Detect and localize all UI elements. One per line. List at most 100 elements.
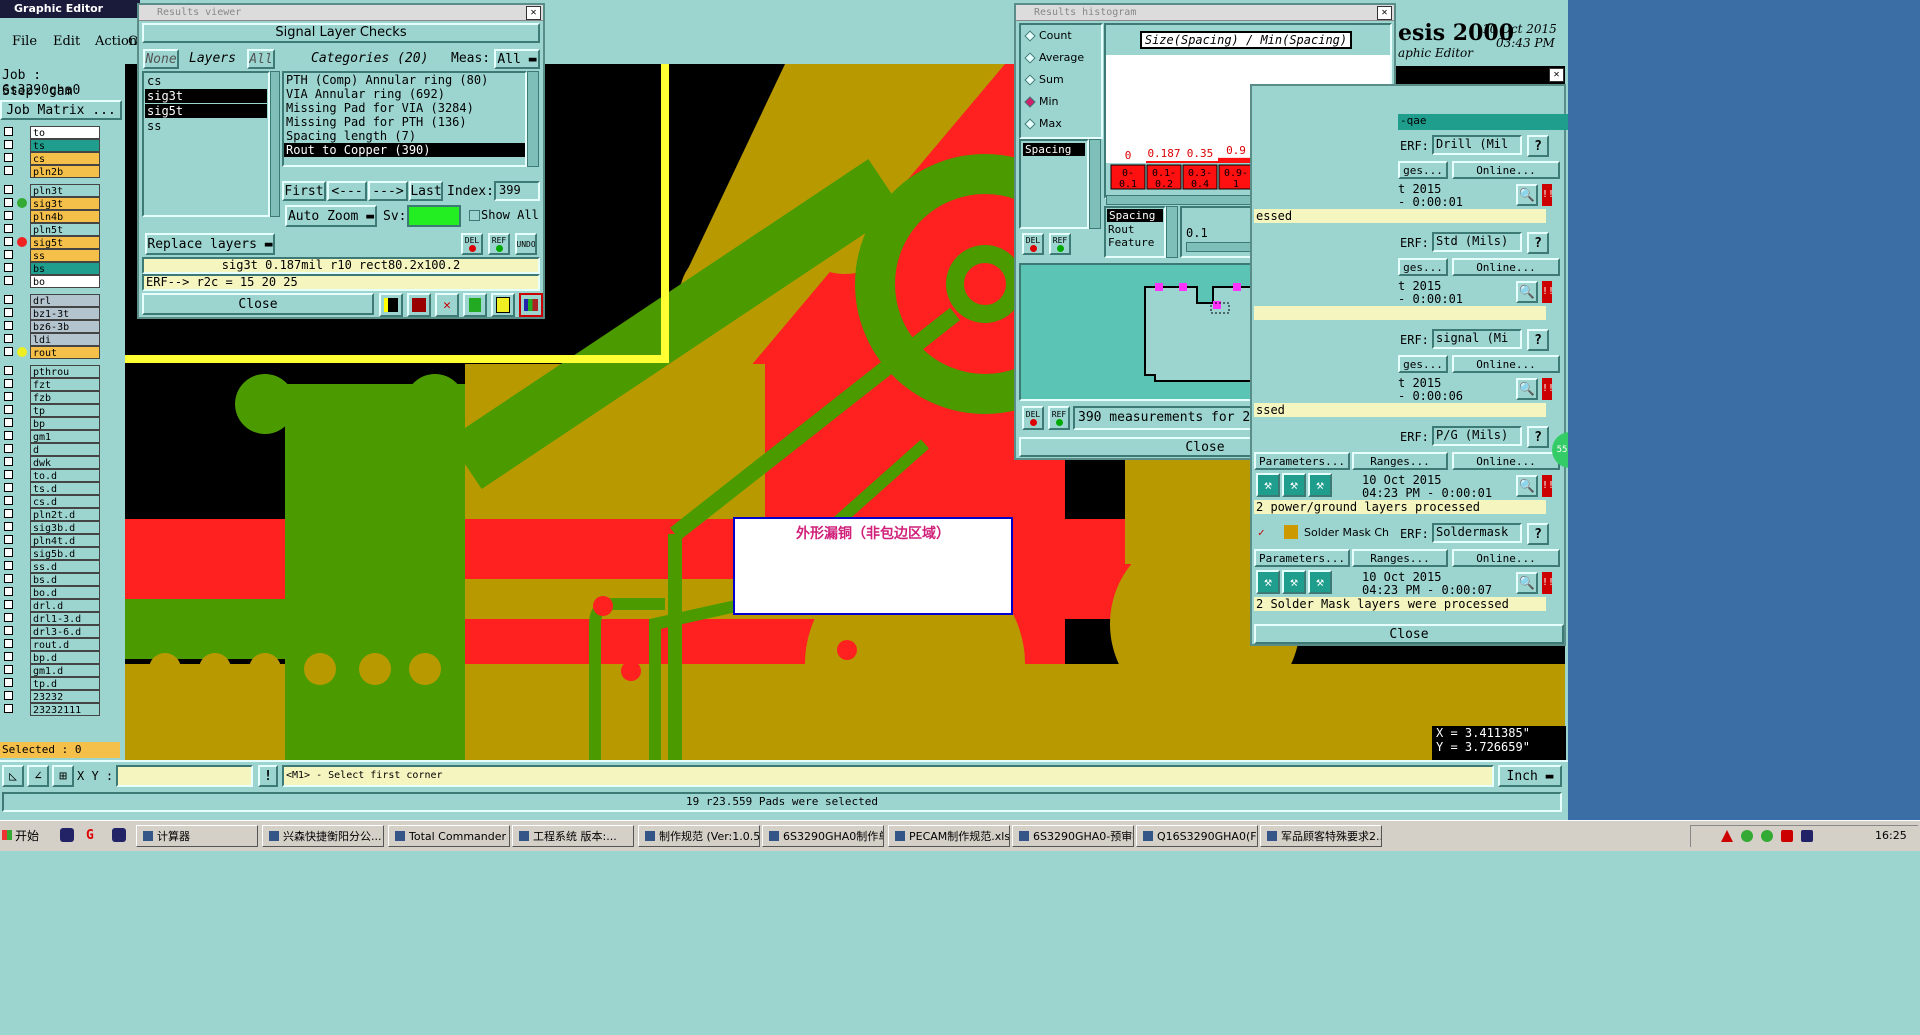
layer-name[interactable]: rout xyxy=(30,346,100,359)
prev-button[interactable]: <--- xyxy=(327,181,367,201)
category-item[interactable]: Rout to Copper (390) xyxy=(284,143,525,157)
help-button[interactable]: ? xyxy=(1527,426,1549,448)
layer-checkbox[interactable] xyxy=(4,431,13,440)
layer-checkbox[interactable] xyxy=(4,665,13,674)
erf-value[interactable]: P/G (Mils) xyxy=(1432,426,1522,446)
layer-name[interactable]: bz1-3t xyxy=(30,307,100,320)
layer-name[interactable]: tp xyxy=(30,404,100,417)
feature-item-spacing[interactable]: Spacing xyxy=(1107,209,1163,222)
zoom-results-icon[interactable]: 🔍 xyxy=(1516,281,1538,303)
layer-name[interactable]: d xyxy=(30,443,100,456)
layer-row-d[interactable]: d xyxy=(4,443,119,456)
layer-row-ldi[interactable]: ldi xyxy=(4,333,119,346)
layer-name[interactable]: pln2t.d xyxy=(30,508,100,521)
ranges-button[interactable]: ges... xyxy=(1398,355,1448,373)
run-icon-1[interactable]: ⚒ xyxy=(1256,570,1280,594)
layer-row-dwk[interactable]: dwk xyxy=(4,456,119,469)
viewer-layer-item[interactable]: cs xyxy=(145,74,267,88)
layer-row-ts[interactable]: ts xyxy=(4,139,119,152)
feature-list[interactable]: Spacing Rout Feature xyxy=(1104,206,1166,258)
histogram-option-count[interactable]: Count xyxy=(1021,25,1101,47)
layer-name[interactable]: fzt xyxy=(30,378,100,391)
histogram-list-item[interactable]: Spacing xyxy=(1023,143,1085,156)
layer-row-pln2t-d[interactable]: pln2t.d xyxy=(4,508,119,521)
layer-row-gm1-d[interactable]: gm1.d xyxy=(4,664,119,677)
layer-checkbox[interactable] xyxy=(4,392,13,401)
layer-row-drl3-6-d[interactable]: drl3-6.d xyxy=(4,625,119,638)
layer-checkbox[interactable] xyxy=(4,587,13,596)
layer-row-gm1[interactable]: gm1 xyxy=(4,430,119,443)
histogram-titlebar[interactable]: Results histogram xyxy=(1016,5,1394,21)
layer-row-sig5t[interactable]: sig5t xyxy=(4,236,119,249)
right-panel-close-button[interactable]: Close xyxy=(1254,624,1564,644)
show-all-checkbox[interactable] xyxy=(469,210,480,221)
auto-zoom-select[interactable]: Auto Zoom ▬ xyxy=(285,205,377,227)
online-button[interactable]: Online... xyxy=(1452,452,1560,470)
layer-name[interactable]: pthrou xyxy=(30,365,100,378)
layer-row-pln2b[interactable]: pln2b xyxy=(4,165,119,178)
layer-name[interactable]: bo.d xyxy=(30,586,100,599)
layer-checkbox[interactable] xyxy=(4,308,13,317)
layer-row-pln4b[interactable]: pln4b xyxy=(4,210,119,223)
layer-name[interactable]: gm1 xyxy=(30,430,100,443)
layer-name[interactable]: 23232111 xyxy=(30,703,100,716)
layer-checkbox[interactable] xyxy=(4,418,13,427)
feature-item-rout[interactable]: Rout xyxy=(1106,223,1164,236)
ref-button[interactable]: REF xyxy=(488,233,510,255)
layer-row-drl1-3-d[interactable]: drl1-3.d xyxy=(4,612,119,625)
tool-histogram-icon[interactable] xyxy=(519,293,543,317)
ranges-button[interactable]: ges... xyxy=(1398,161,1448,179)
layer-checkbox[interactable] xyxy=(4,561,13,570)
layer-name[interactable]: tp.d xyxy=(30,677,100,690)
layer-row-bo[interactable]: bo xyxy=(4,275,119,288)
layer-row-cs[interactable]: cs xyxy=(4,152,119,165)
sv-color-select[interactable] xyxy=(407,205,461,227)
tool-list-icon[interactable] xyxy=(491,293,515,317)
layer-checkbox[interactable] xyxy=(4,334,13,343)
online-button[interactable]: Online... xyxy=(1452,549,1560,567)
xy-input[interactable] xyxy=(116,765,253,787)
app-icon[interactable] xyxy=(112,828,126,842)
next-button[interactable]: ---> xyxy=(368,181,408,201)
viewer-layer-item[interactable]: ss xyxy=(145,119,267,133)
run-icon-3[interactable]: ⚒ xyxy=(1308,473,1332,497)
taskbar-item[interactable]: 制作规范 (Ver:1.0.5) xyxy=(638,825,760,847)
viewer-layer-item[interactable]: sig5t xyxy=(145,104,267,118)
run-icon-2[interactable]: ⚒ xyxy=(1282,473,1306,497)
layer-name[interactable]: ss.d xyxy=(30,560,100,573)
layer-checkbox[interactable] xyxy=(4,652,13,661)
layer-row-ss[interactable]: ss xyxy=(4,249,119,262)
preview-ref-button[interactable]: REF xyxy=(1048,406,1070,430)
layer-name[interactable]: drl.d xyxy=(30,599,100,612)
layer-row-23232111[interactable]: 23232111 xyxy=(4,703,119,716)
layer-checkbox[interactable] xyxy=(4,140,13,149)
help-button[interactable]: ? xyxy=(1527,329,1549,351)
layer-name[interactable]: 23232 xyxy=(30,690,100,703)
layer-row-drl-d[interactable]: drl.d xyxy=(4,599,119,612)
category-item[interactable]: PTH (Comp) Annular ring (80) xyxy=(284,73,525,87)
feature-scrollbar[interactable] xyxy=(1166,206,1178,258)
layer-listbox[interactable]: cs sig3t sig5t ss xyxy=(142,71,270,217)
layer-name[interactable]: bo xyxy=(30,275,100,288)
first-button[interactable]: First xyxy=(282,181,326,201)
run-icon-3[interactable]: ⚒ xyxy=(1308,570,1332,594)
hist-del-button[interactable]: DEL xyxy=(1022,233,1044,255)
ranges-button[interactable]: Ranges... xyxy=(1352,549,1448,567)
layer-scrollbar[interactable] xyxy=(270,71,280,217)
layer-checkbox[interactable] xyxy=(4,678,13,687)
layer-row-bz1-3t[interactable]: bz1-3t xyxy=(4,307,119,320)
tray-icon-4[interactable] xyxy=(1781,830,1793,842)
layer-row-pthrou[interactable]: pthrou xyxy=(4,365,119,378)
none-button[interactable]: None xyxy=(143,49,179,69)
layer-name[interactable]: drl xyxy=(30,294,100,307)
results-viewer-close-button[interactable]: Close xyxy=(142,293,374,315)
layer-row-bp[interactable]: bp xyxy=(4,417,119,430)
layer-name[interactable]: to.d xyxy=(30,469,100,482)
layer-name[interactable]: rout.d xyxy=(30,638,100,651)
categories-scrollbar[interactable] xyxy=(527,71,539,167)
ranges-button[interactable]: Ranges... xyxy=(1352,452,1448,470)
tool-ruler-icon[interactable] xyxy=(379,293,403,317)
del-button[interactable]: DEL xyxy=(461,233,483,255)
index-input[interactable]: 399 xyxy=(494,181,540,201)
layer-row-ss-d[interactable]: ss.d xyxy=(4,560,119,573)
